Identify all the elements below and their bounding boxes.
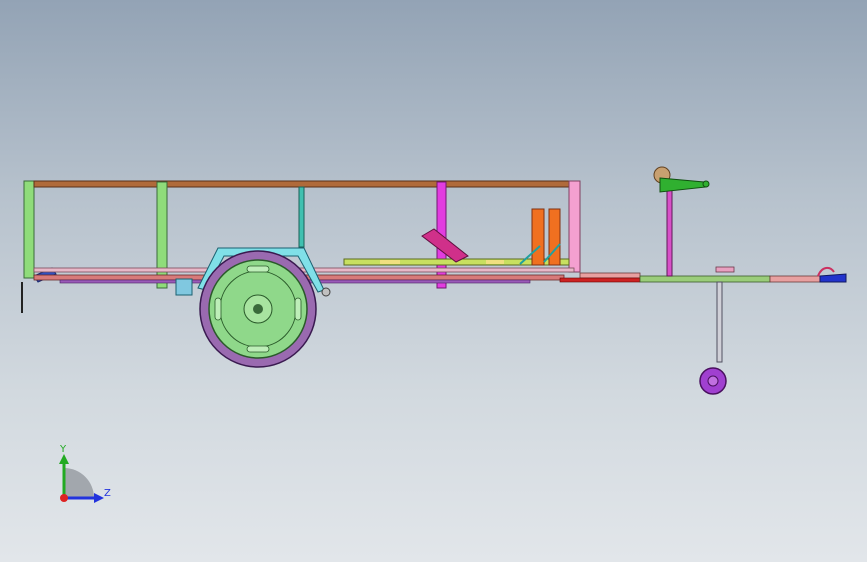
rear-post[interactable] (23, 180, 35, 279)
hub-center (253, 304, 263, 314)
side-rail-upper[interactable] (33, 267, 575, 273)
orange-block-right[interactable] (548, 208, 561, 266)
y-axis-label: Y (59, 444, 67, 455)
winch-post[interactable] (666, 185, 673, 277)
jack-wheel-hub (707, 375, 719, 387)
rim-slot-top (246, 265, 270, 273)
fender-bracket (175, 278, 193, 296)
tongue-main[interactable] (639, 275, 771, 283)
y-axis-head (59, 454, 69, 464)
z-axis-head (94, 493, 104, 503)
triad-arc (64, 468, 94, 498)
winch-knob (702, 180, 710, 188)
x-axis-dot (60, 494, 68, 502)
tongue-tip[interactable] (769, 275, 821, 283)
winch-handle[interactable] (659, 177, 707, 193)
tongue-red-section[interactable] (559, 277, 641, 283)
rim-slot-right (294, 297, 302, 321)
trailer-model[interactable] (0, 0, 867, 562)
teal-post[interactable] (298, 186, 305, 248)
orange-block-left[interactable] (531, 208, 545, 266)
rim-slot-bottom (246, 345, 270, 353)
top-rail[interactable] (33, 180, 570, 188)
pink-post[interactable] (568, 180, 581, 273)
jack-mount[interactable] (715, 266, 735, 273)
bed-tab-1 (380, 260, 400, 264)
jack-shaft[interactable] (716, 281, 723, 363)
rim-slot-left (214, 297, 222, 321)
model-viewport[interactable]: Y Z (0, 0, 867, 562)
view-orientation-triad[interactable]: Y Z (50, 440, 120, 510)
bed-tab-2 (486, 260, 504, 264)
tongue-front[interactable] (579, 272, 641, 279)
shock-mount (321, 287, 331, 297)
z-axis-label: Z (104, 488, 111, 499)
coupler[interactable] (819, 273, 847, 283)
